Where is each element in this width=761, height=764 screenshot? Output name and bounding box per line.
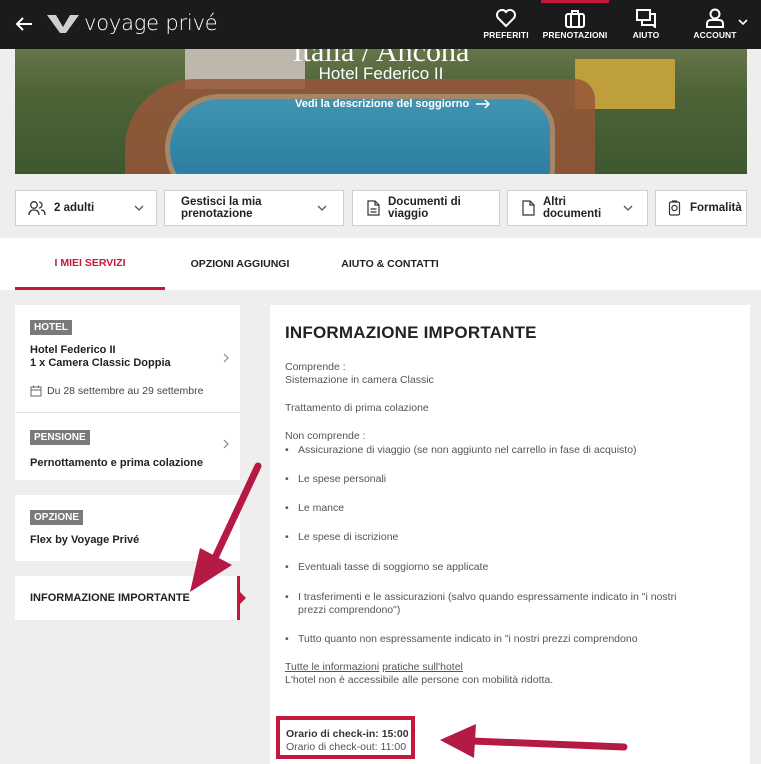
mobility-note: L'hotel non è accessibile alle persone c… — [285, 674, 554, 686]
suitcase-icon — [565, 10, 585, 28]
active-marker-icon — [238, 590, 246, 606]
passport-icon — [668, 200, 681, 216]
tab-help-contacts[interactable]: AIUTO & CONTATTI — [325, 238, 455, 290]
pension-badge: PENSIONE — [30, 430, 90, 445]
list-item: • Tutto quanto non espressamente indicato… — [285, 633, 638, 645]
important-info-item[interactable]: INFORMAZIONE IMPORTANTE — [15, 576, 240, 620]
list-item: • Assicurazione di viaggio (se non aggiun… — [285, 444, 637, 456]
nav-aiuto[interactable]: AIUTO — [628, 0, 664, 49]
hero-hotel-name: Hotel Federico II — [318, 64, 444, 83]
tab-add-options[interactable]: OPZIONI AGGIUNGI — [175, 238, 305, 290]
user-icon — [706, 8, 724, 28]
important-info-panel: INFORMAZIONE IMPORTANTE Comprende : Sist… — [270, 305, 750, 764]
other-documents-dropdown[interactable]: Altri documenti — [507, 190, 648, 226]
list-item: • I trasferimenti e le assicurazioni (sal… — [285, 591, 677, 616]
logo[interactable]: voyage privé — [46, 11, 218, 35]
logo-mark-icon — [47, 15, 79, 33]
includes-label: Comprende : — [285, 361, 346, 373]
includes-item: Trattamento di prima colazione — [285, 402, 429, 414]
important-info-title: INFORMAZIONE IMPORTANTE — [30, 592, 190, 604]
travel-documents-label: Documenti di viaggio — [388, 196, 461, 220]
checkout-time: Orario di check-out: 11:00 — [286, 741, 407, 753]
other-documents-label: Altri documenti — [543, 196, 602, 220]
hotel-badge: HOTEL — [30, 320, 72, 335]
document-icon — [367, 200, 380, 216]
list-item: • Le spese personali — [285, 473, 387, 485]
nav-preferiti[interactable]: PREFERITI — [483, 0, 529, 49]
nav-label: ACCOUNT — [693, 30, 737, 40]
hotel-name: Hotel Federico II — [30, 344, 116, 356]
room-type: 1 x Camera Classic Doppia — [30, 357, 171, 369]
nav-label: PREFERITI — [483, 30, 529, 40]
chevron-down-icon[interactable] — [738, 18, 748, 26]
tab-my-services[interactable]: I MIEI SERVIZI — [15, 238, 165, 290]
tab-bar: I MIEI SERVIZI OPZIONI AGGIUNGI AIUTO & … — [0, 238, 761, 290]
list-item: • Le mance — [285, 502, 345, 514]
option-service-item[interactable]: OPZIONE Flex by Voyage Privé — [15, 495, 240, 561]
stay-dates: Du 28 settembre au 29 settembre — [30, 385, 203, 397]
manage-booking-dropdown[interactable]: Gestisci la mia prenotazione — [164, 190, 344, 226]
manage-booking-label: Gestisci la mia prenotazione — [181, 196, 262, 220]
services-card: HOTEL Hotel Federico II 1 x Camera Class… — [15, 305, 240, 480]
back-arrow-icon[interactable] — [12, 12, 36, 36]
pension-title: Pernottamento e prima colazione — [30, 457, 203, 469]
people-icon — [28, 201, 46, 216]
arrow-right-icon — [476, 99, 491, 109]
checkin-checkout-box: Orario di check-in: 15:00 Orario di chec… — [276, 716, 415, 759]
logo-text: voyage privé — [84, 11, 218, 35]
chevron-down-icon — [134, 205, 144, 211]
nav-account[interactable]: ACCOUNT — [692, 0, 738, 49]
checkin-time: Orario di check-in: 15:00 — [286, 728, 409, 740]
guests-label: 2 adulti — [54, 202, 95, 214]
nav-label: AIUTO — [632, 30, 660, 40]
chevron-down-icon — [623, 205, 633, 211]
heart-icon — [496, 9, 516, 28]
option-badge: OPZIONE — [30, 510, 84, 525]
formalities-button[interactable]: Formalità — [655, 190, 747, 226]
file-icon — [522, 200, 535, 216]
chevron-right-icon — [223, 439, 229, 449]
nav-prenotazioni[interactable]: PRENOTAZIONI — [541, 0, 609, 49]
panel-title: INFORMAZIONE IMPORTANTE — [285, 323, 537, 342]
hotel-service-item[interactable]: HOTEL Hotel Federico II 1 x Camera Class… — [15, 305, 240, 413]
top-bar: voyage privé PREFERITI PRENOTAZIONI AIUT… — [0, 0, 761, 49]
guests-dropdown[interactable]: 2 adulti — [15, 190, 157, 226]
hero-banner: Italia / Ancona Hotel Federico II Vedi l… — [15, 49, 747, 174]
chevron-down-icon — [317, 205, 327, 211]
option-title: Flex by Voyage Privé — [30, 534, 140, 546]
includes-item: Sistemazione in camera Classic — [285, 374, 434, 386]
calendar-icon — [30, 385, 42, 397]
list-item: • Le spese di iscrizione — [285, 531, 399, 543]
chevron-right-icon — [223, 353, 229, 363]
formalities-label: Formalità — [690, 202, 742, 214]
list-item: • Eventuali tasse di soggiorno se applica… — [285, 561, 489, 573]
nav-label: PRENOTAZIONI — [542, 30, 608, 40]
pension-service-item[interactable]: PENSIONE Pernottamento e prima colazione — [15, 413, 240, 480]
stay-description-link[interactable]: Vedi la descrizione del soggiorno — [295, 98, 491, 110]
excludes-label: Non comprende : — [285, 430, 366, 442]
practical-info-link[interactable]: Tutte le informazioni pratiche sull'hote… — [285, 661, 463, 674]
chat-icon — [636, 9, 656, 28]
travel-documents-button[interactable]: Documenti di viaggio — [352, 190, 500, 226]
